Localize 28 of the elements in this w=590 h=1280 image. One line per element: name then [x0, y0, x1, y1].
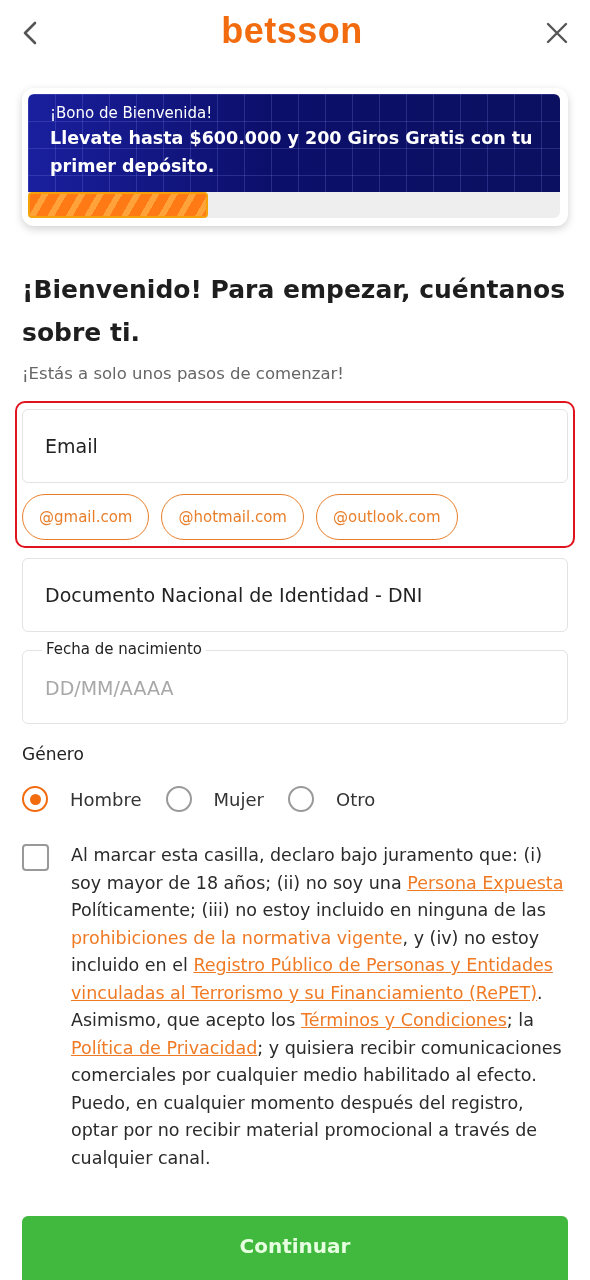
consent-link[interactable]: prohibiciones de la normativa vigente [71, 927, 403, 948]
email-field[interactable]: Email [22, 409, 568, 483]
radio-button[interactable] [165, 786, 192, 812]
radio-label[interactable]: Mujer [213, 788, 264, 810]
subtitle: ¡Estás a solo unos pasos de comenzar! [22, 364, 345, 383]
consent-text: Al marcar esta casilla, declaro bajo juramento que: (i) soy mayor de 18 años; (ii) no soy una Persona Expuesta Políticamente; (iii) no estoy incluido en ninguna de las prohibiciones de la normativa vigente, y (iv) no estoy incluido en el Registro Público de Personas y Entidades vinculadas al Terrorismo y su Financiamiento (RePET). Asimismo, que acepto los Términos y Condiciones; la Política de Privacidad; y quisiera recibir comunicaciones comerciales por cualquier medio habilitado al efecto. Puedo, en cualquier momento después del registro, optar por no recibir material promocional a través de cualquier canal. [71, 844, 565, 1170]
consent-checkbox[interactable] [22, 844, 49, 871]
back-icon[interactable] [22, 21, 38, 45]
page-heading: ¡Bienvenido! Para empezar, cuéntanos sobre ti. [22, 274, 567, 349]
logo: betsson [221, 10, 363, 52]
promo-eyebrow: ¡Bono de Bienvenida! [50, 104, 214, 122]
gender-label: Género [22, 744, 85, 764]
consent-link[interactable]: Política de Privacidad [71, 1037, 258, 1058]
radio-label[interactable]: Otro [336, 788, 376, 810]
domain-chip[interactable]: @outlook.com [316, 494, 458, 540]
consent-link[interactable]: Persona Expuesta [407, 872, 564, 893]
close-icon[interactable] [546, 22, 568, 44]
domain-chip[interactable]: @hotmail.com [161, 494, 304, 540]
consent-link[interactable]: Registro Público de Personas y Entidades [193, 955, 553, 975]
radio-label[interactable]: Hombre [70, 788, 142, 810]
promo-headline: Llevate hasta $600.000 y 200 Giros Gratis con tu primer depósito. [50, 127, 534, 178]
consent-link[interactable]: vinculadas al Terrorismo y su Financiamiento (RePET) [71, 982, 538, 1003]
domain-chip[interactable]: @gmail.com [22, 494, 150, 540]
dni-field[interactable]: Documento Nacional de Identidad - DNI [22, 558, 568, 632]
consent-link[interactable]: Términos y Condiciones [301, 1010, 507, 1030]
radio-button[interactable] [288, 786, 314, 812]
radio-button[interactable] [22, 786, 48, 812]
continue-button[interactable]: Continuar [22, 1216, 568, 1280]
